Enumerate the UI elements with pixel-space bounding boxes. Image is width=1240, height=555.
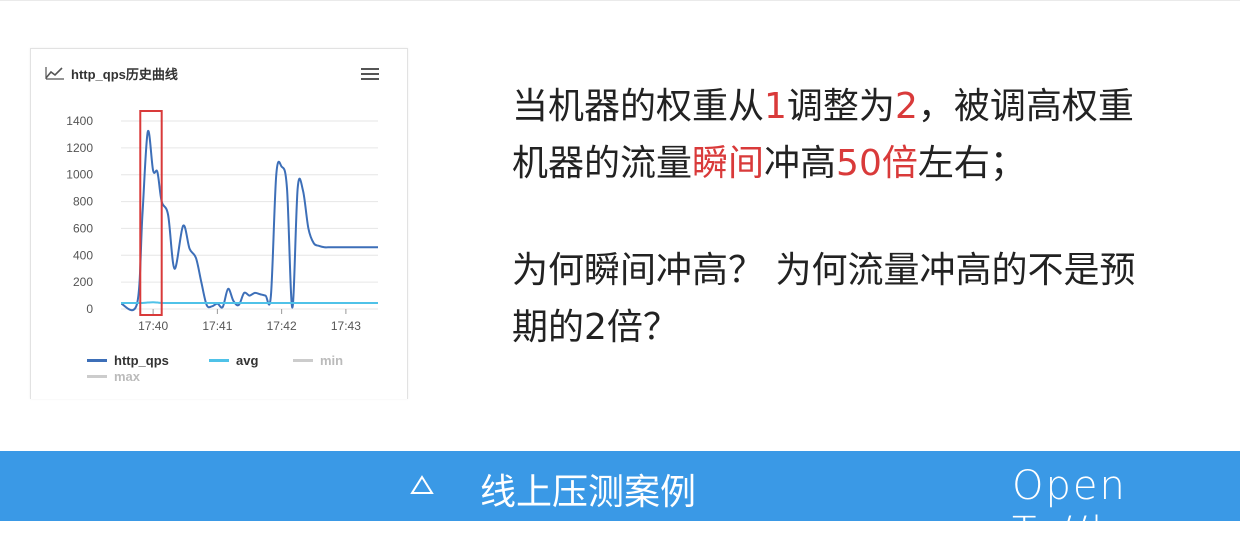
x-tick-label: 17:43 xyxy=(331,319,361,333)
chart-panel-header: http_qps历史曲线 xyxy=(31,49,407,93)
legend-label: http_qps xyxy=(114,353,169,368)
highlight-number: 2 xyxy=(894,86,918,127)
highlight-number: 50倍 xyxy=(836,143,918,184)
legend-item-min[interactable]: min xyxy=(293,353,343,368)
legend-label: min xyxy=(320,353,344,368)
legend-item-max[interactable]: max xyxy=(87,369,140,384)
text-segment: 机器的流量 xyxy=(512,143,693,184)
top-divider xyxy=(0,0,1240,1)
x-tick-label: 17:42 xyxy=(267,319,297,333)
text-segment: 左右； xyxy=(917,143,1026,184)
text-line-1: 当机器的权重从1调整为2，被调高权重 xyxy=(512,78,1232,135)
x-tick-label: 17:40 xyxy=(138,319,168,333)
y-tick-label: 0 xyxy=(86,302,93,316)
brand-logo: Open Ta//k xyxy=(1012,463,1127,555)
series-line-avg xyxy=(120,301,378,304)
legend-item-avg[interactable]: avg xyxy=(209,353,258,368)
y-tick-label: 400 xyxy=(73,248,93,262)
triangle-icon xyxy=(410,475,434,494)
text-segment: 调整为 xyxy=(786,86,895,127)
text-segment: 冲高 xyxy=(764,143,837,184)
legend-label: max xyxy=(114,369,141,384)
y-tick-label: 1400 xyxy=(66,114,93,128)
series-line-http-qps xyxy=(120,130,378,312)
legend-swatch xyxy=(293,359,313,362)
y-tick-label: 1000 xyxy=(66,168,93,182)
legend-swatch xyxy=(87,375,107,378)
footer-bar: 线上压测案例 Open Ta//k xyxy=(0,451,1240,555)
chart-title: http_qps历史曲线 xyxy=(71,67,178,82)
highlight-number: 1 xyxy=(764,86,787,127)
text-segment: 当机器的权重从 xyxy=(512,86,765,127)
legend-swatch xyxy=(87,359,107,362)
trend-icon xyxy=(45,67,64,80)
legend-swatch xyxy=(209,359,229,362)
y-tick-label: 200 xyxy=(73,275,93,289)
x-tick-label: 17:41 xyxy=(202,319,232,333)
line-chart: 0 200 400 600 800 1000 1200 1400 17:40 17:41 17:42… xyxy=(66,110,378,333)
text-segment: ，被调高权重 xyxy=(917,86,1134,127)
highlight-word: 瞬间 xyxy=(692,143,765,184)
y-tick-label: 800 xyxy=(73,195,93,209)
footer-title: 线上压测案例 xyxy=(480,472,697,513)
explanation-text: 当机器的权重从1调整为2，被调高权重 机器的流量瞬间冲高50倍左右； 为何瞬间冲… xyxy=(512,78,1232,356)
text-line-4: 期的2倍？ xyxy=(512,307,679,348)
y-tick-label: 600 xyxy=(73,221,93,235)
hamburger-menu-icon[interactable] xyxy=(361,67,379,81)
legend-item-http-qps[interactable]: http_qps xyxy=(87,353,169,368)
y-tick-label: 1200 xyxy=(66,141,93,155)
text-line-2: 机器的流量瞬间冲高50倍左右； xyxy=(512,135,1232,192)
text-line-3: 为何瞬间冲高？ 为何流量冲高的不是预 xyxy=(512,250,1136,291)
chart-panel: http_qps历史曲线 0 200 400 600 800 1000 1200 1400 17… xyxy=(30,48,408,399)
legend-label: avg xyxy=(236,353,259,368)
